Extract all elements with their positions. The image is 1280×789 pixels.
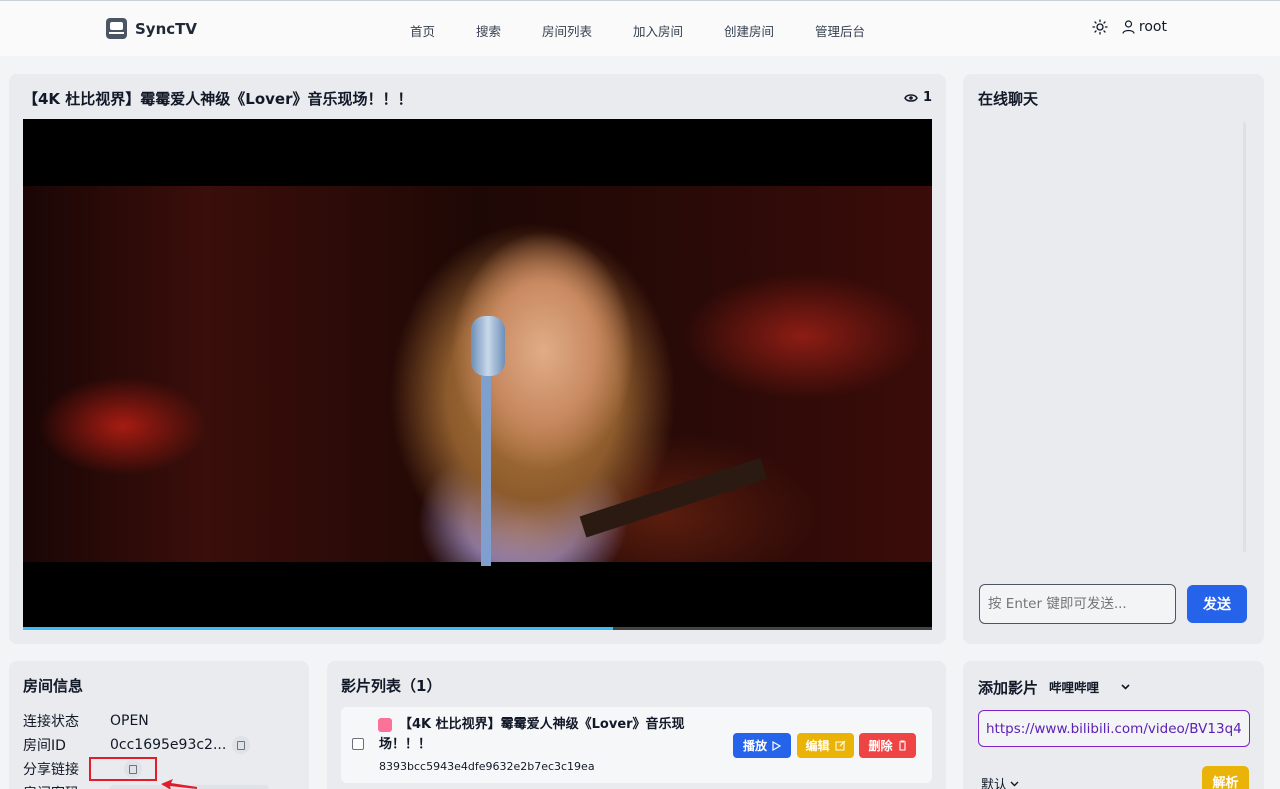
top-navbar: SyncTV 首页 搜索 房间列表 加入房间 创建房间 管理后台 root xyxy=(0,0,1280,56)
nav-item-create-room[interactable]: 创建房间 xyxy=(724,21,774,40)
user-icon xyxy=(1122,20,1135,34)
room-info-title: 房间信息 xyxy=(23,677,84,695)
parse-mode-select[interactable]: 默认 xyxy=(981,774,1019,789)
connection-status-label: 连接状态 xyxy=(23,714,79,730)
connection-status-value: OPEN xyxy=(110,713,149,729)
delete-button[interactable]: 删除 xyxy=(859,733,916,758)
chevron-down-icon xyxy=(1121,683,1130,690)
video-progress-fill xyxy=(23,627,613,630)
copy-room-id-button[interactable] xyxy=(232,736,251,754)
parse-button[interactable]: 解析 xyxy=(1202,766,1249,789)
video-player[interactable] xyxy=(23,119,932,630)
movie-item-id: 8393bcc5943e4dfe9632e2b7ec3c19ea xyxy=(379,760,595,773)
source-select[interactable]: 哔哩哔哩 xyxy=(1049,677,1130,696)
annotation-arrow-icon xyxy=(161,779,197,789)
nav-item-room-list[interactable]: 房间列表 xyxy=(542,21,592,40)
nav-item-join-room[interactable]: 加入房间 xyxy=(633,21,683,40)
connection-status-row: 连接状态 OPEN xyxy=(23,711,149,731)
nav-item-home[interactable]: 首页 xyxy=(410,21,435,40)
eye-icon xyxy=(904,93,918,102)
username: root xyxy=(1138,19,1167,35)
send-button[interactable]: 发送 xyxy=(1187,585,1247,623)
movie-list-panel: 影片列表（1） 【4K 杜比视界】霉霉爱人神级《Lover》音乐现场！！！ 83… xyxy=(327,661,946,789)
viewer-count: 1 xyxy=(904,90,932,105)
nav-item-admin[interactable]: 管理后台 xyxy=(815,21,865,40)
chat-input[interactable] xyxy=(979,584,1176,624)
microphone-shape xyxy=(471,316,505,376)
chat-title: 在线聊天 xyxy=(978,90,1039,108)
play-button[interactable]: 播放 xyxy=(733,733,791,758)
parse-mode-value: 默认 xyxy=(981,778,1008,789)
chat-scrollbar[interactable] xyxy=(1243,122,1246,552)
delete-button-label: 删除 xyxy=(868,739,893,753)
sun-icon[interactable] xyxy=(1092,19,1108,35)
video-panel: 【4K 杜比视界】霉霉爱人神级《Lover》音乐现场！！！ 1 xyxy=(9,74,946,644)
source-select-value: 哔哩哔哩 xyxy=(1049,680,1100,695)
user-menu[interactable]: root xyxy=(1122,19,1167,35)
play-icon xyxy=(772,740,781,751)
room-id-value: 0cc1695e93c2... xyxy=(110,737,227,753)
edit-icon xyxy=(835,740,845,751)
movie-item-title: 【4K 杜比视界】霉霉爱人神级《Lover》音乐现场！！！ xyxy=(379,717,685,752)
movie-url-input[interactable] xyxy=(978,710,1250,747)
mic-stand-shape xyxy=(481,376,491,566)
room-id-label: 房间ID xyxy=(23,738,66,754)
copy-icon xyxy=(237,740,246,750)
viewer-count-value: 1 xyxy=(922,90,932,105)
room-id-row: 房间ID 0cc1695e93c2... xyxy=(23,735,251,755)
play-button-label: 播放 xyxy=(742,739,767,753)
video-title: 【4K 杜比视界】霉霉爱人神级《Lover》音乐现场！！！ xyxy=(23,90,413,108)
annotation-highlight-box xyxy=(89,757,157,781)
trash-icon xyxy=(898,740,906,751)
add-movie-panel: 添加影片 哔哩哔哩 默认 解析 xyxy=(963,661,1264,789)
nav-right: root xyxy=(1092,19,1167,35)
chat-panel: 在线聊天 发送 xyxy=(963,74,1264,644)
nav-links: 首页 搜索 房间列表 加入房间 创建房间 管理后台 xyxy=(0,21,1280,39)
movie-select-checkbox[interactable] xyxy=(352,738,364,750)
movie-list-title: 影片列表（1） xyxy=(341,677,442,695)
room-password-row: 房间密码 xyxy=(23,783,110,789)
chevron-down-icon xyxy=(1010,781,1019,786)
nav-item-search[interactable]: 搜索 xyxy=(476,21,501,40)
movie-list-item: 【4K 杜比视界】霉霉爱人神级《Lover》音乐现场！！！ 8393bcc594… xyxy=(341,707,932,783)
edit-button[interactable]: 编辑 xyxy=(797,733,854,758)
room-info-panel: 房间信息 连接状态 OPEN 房间ID 0cc1695e93c2... 分享链接… xyxy=(9,661,309,789)
room-password-label: 房间密码 xyxy=(23,783,110,789)
video-progress-bar[interactable] xyxy=(23,627,932,630)
video-frame xyxy=(23,186,932,566)
edit-button-label: 编辑 xyxy=(805,739,830,753)
guitar-shape xyxy=(579,457,768,538)
add-movie-title: 添加影片 xyxy=(978,679,1039,697)
